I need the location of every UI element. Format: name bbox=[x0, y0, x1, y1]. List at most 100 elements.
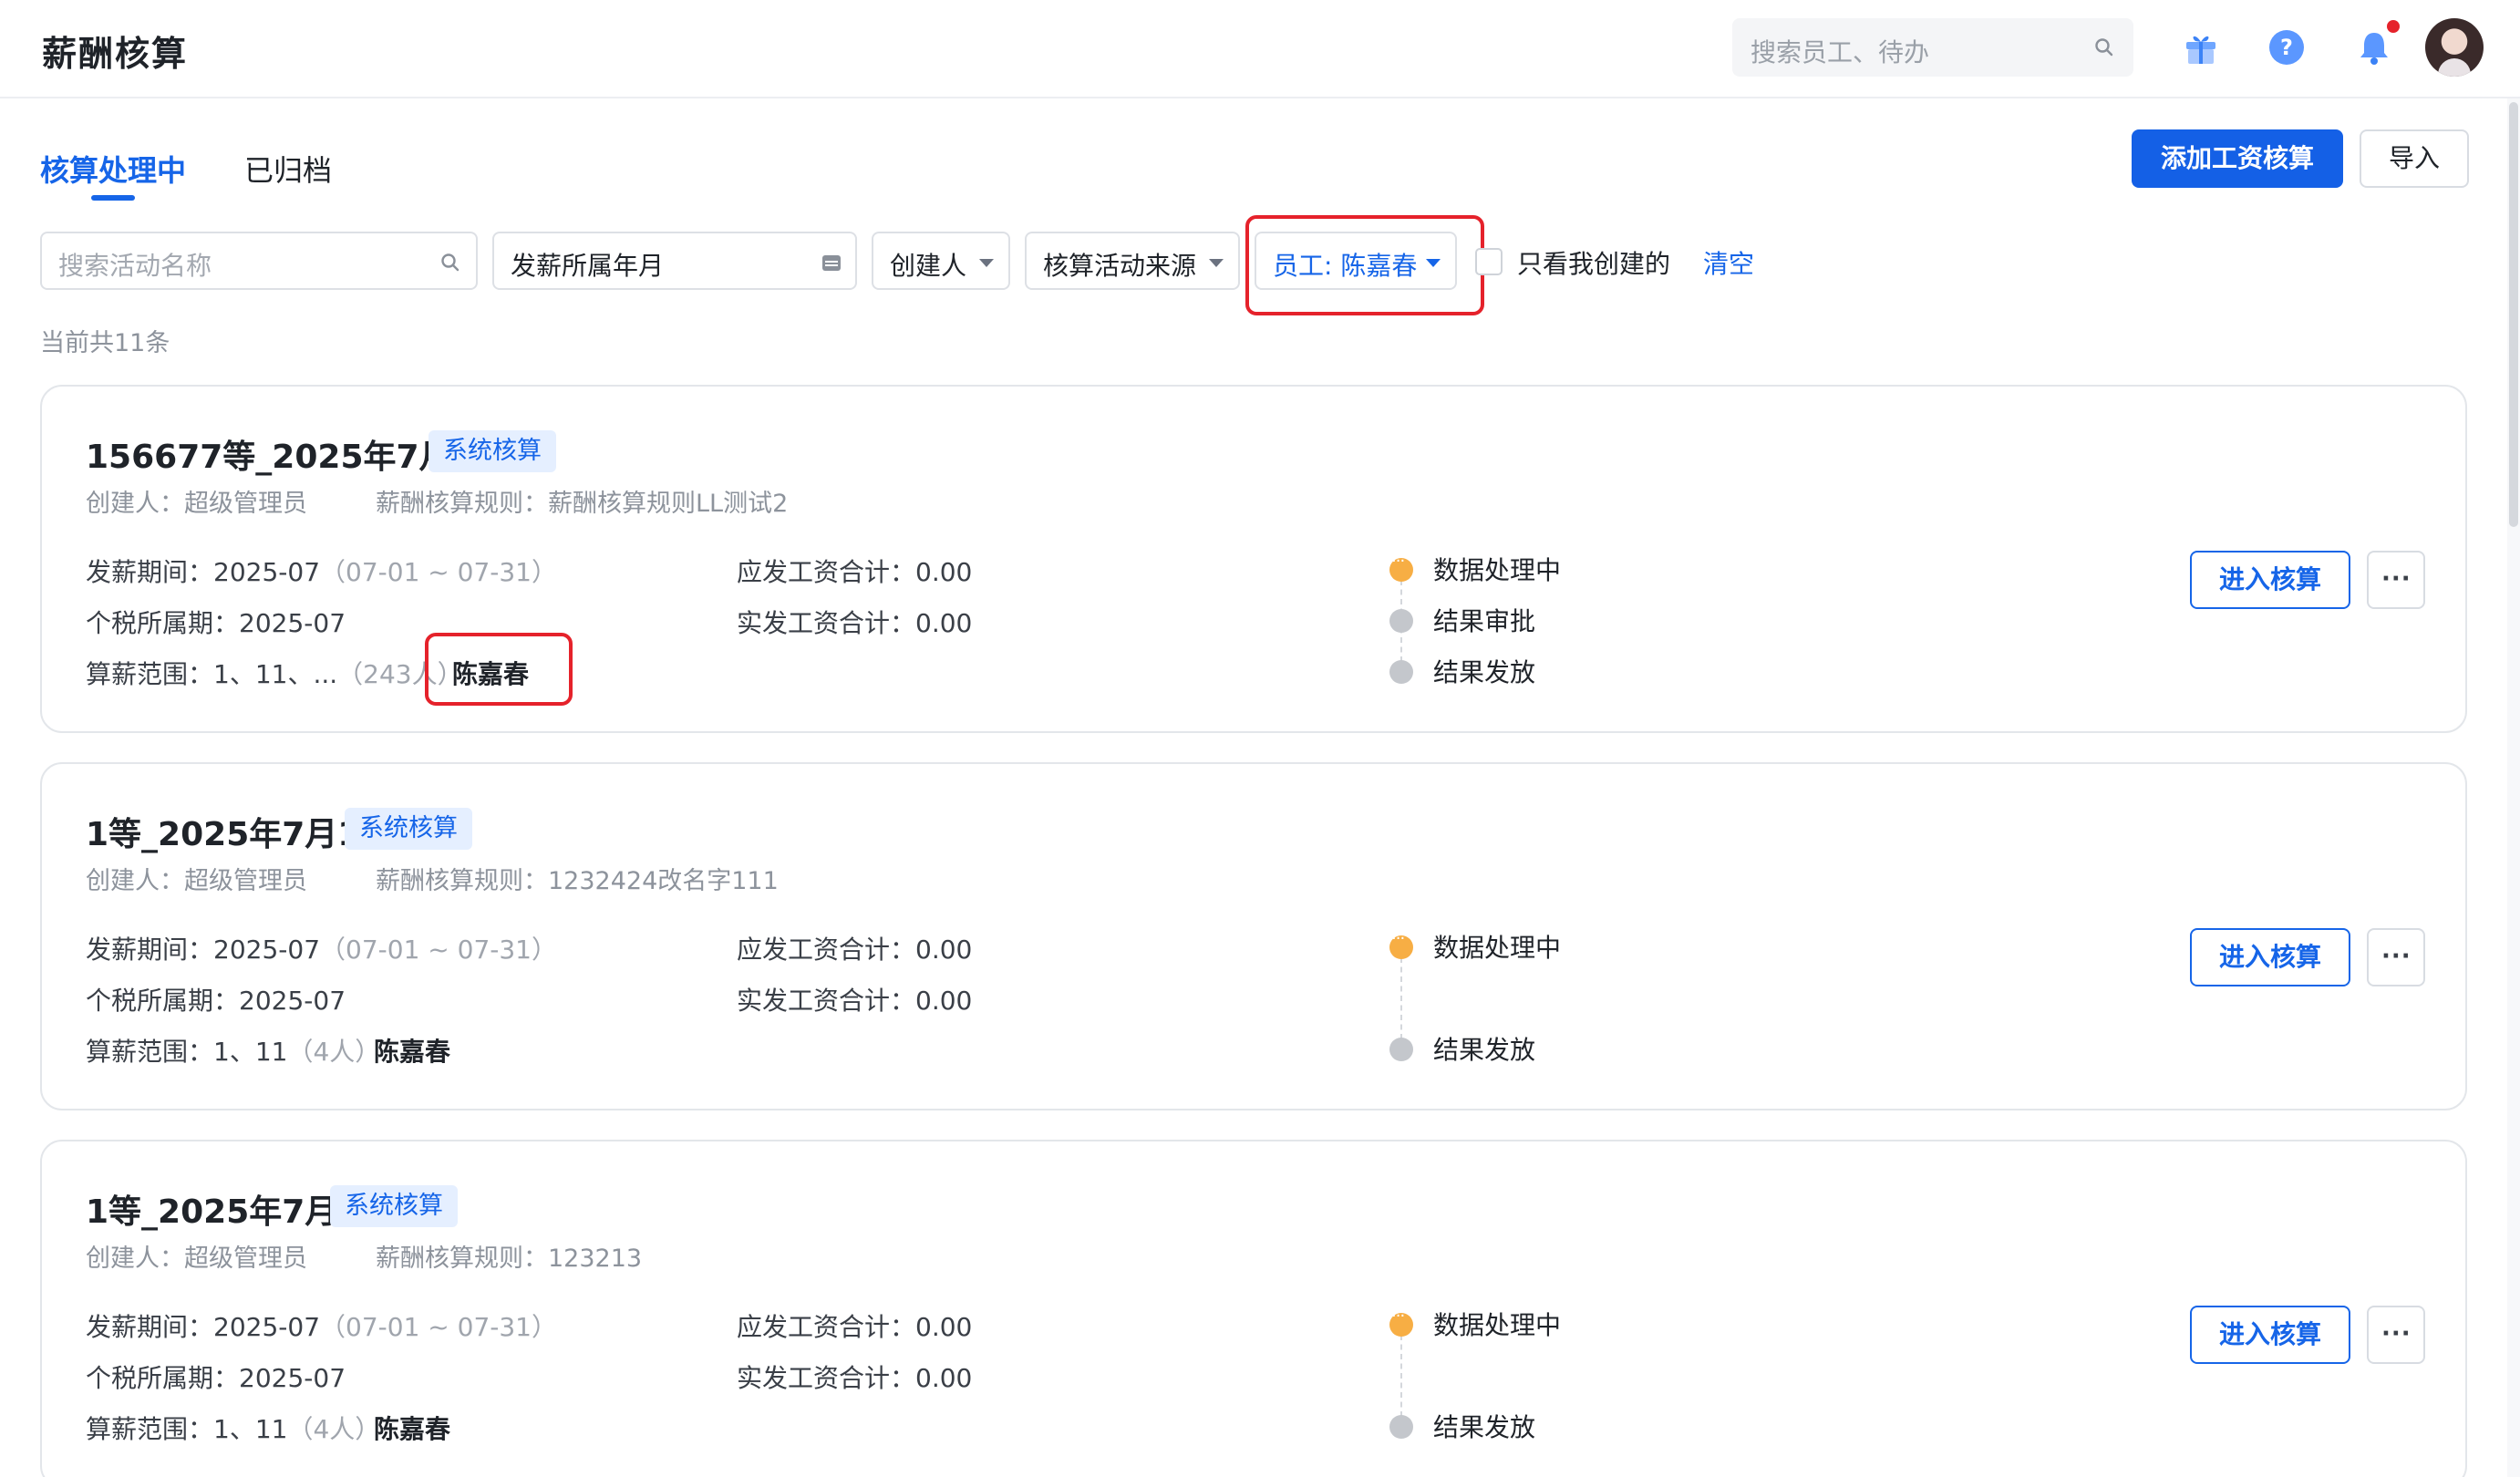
step-label: 数据处理中 bbox=[1433, 555, 1562, 585]
gross-total-info: 应发工资合计：0.00 bbox=[737, 1307, 972, 1344]
svg-text:?: ? bbox=[2280, 35, 2293, 60]
tax-period-value: 2025-07 bbox=[239, 986, 346, 1016]
more-icon: ··· bbox=[2381, 1320, 2412, 1348]
app-title: 薪酬核算 bbox=[42, 34, 189, 74]
creator-text: 创建人：超级管理员 bbox=[86, 490, 307, 518]
employee-name: 陈嘉春 bbox=[374, 1410, 450, 1446]
gross-total-info: 应发工资合计：0.00 bbox=[737, 553, 972, 589]
card-title: 1等_2025年7月 bbox=[86, 1193, 338, 1231]
step-connector bbox=[1400, 1335, 1402, 1417]
enter-calculation-button[interactable]: 进入核算 bbox=[2190, 928, 2350, 986]
step-label: 数据处理中 bbox=[1433, 1310, 1562, 1340]
scope-value: 1、11 bbox=[213, 1037, 288, 1067]
pay-period-range: （07-01 ~ 07-31） bbox=[320, 557, 558, 587]
activity-source-label: 核算活动来源 bbox=[1043, 251, 1197, 281]
add-salary-calculation-button[interactable]: 添加工资核算 bbox=[2132, 129, 2343, 188]
activity-search-input[interactable]: 搜索活动名称 bbox=[40, 232, 478, 290]
activity-search-placeholder: 搜索活动名称 bbox=[58, 251, 212, 281]
notification-dot bbox=[2387, 20, 2400, 33]
tab-archived[interactable]: 已归档 bbox=[244, 148, 332, 190]
tax-period-info: 个税所属期：2025-07 bbox=[86, 981, 346, 1017]
gross-value: 0.00 bbox=[915, 1312, 973, 1342]
gross-value: 0.00 bbox=[915, 557, 973, 587]
calculation-card: 156677等_2025年7月 系统核算 创建人：超级管理员 薪酬核算规则：薪酬… bbox=[40, 385, 2467, 733]
pay-period-label: 发薪期间： bbox=[86, 557, 214, 587]
gross-total-info: 应发工资合计：0.00 bbox=[737, 930, 972, 966]
enter-calculation-button[interactable]: 进入核算 bbox=[2190, 551, 2350, 609]
step-label: 结果审批 bbox=[1433, 606, 1536, 636]
scope-info: 算薪范围：1、11（4人） bbox=[86, 1032, 380, 1069]
rule-text: 薪酬核算规则：薪酬核算规则LL测试2 bbox=[376, 490, 789, 518]
scope-label: 算薪范围： bbox=[86, 1037, 214, 1067]
pay-period-value: 2025-07 bbox=[213, 1312, 321, 1342]
global-search-input[interactable]: 搜索员工、待办 bbox=[1732, 18, 2133, 77]
type-tag: 系统核算 bbox=[345, 808, 472, 850]
card-meta: 创建人：超级管理员 薪酬核算规则：薪酬核算规则LL测试2 bbox=[86, 483, 788, 519]
step-label: 结果发放 bbox=[1433, 1412, 1536, 1442]
more-options-button[interactable]: ··· bbox=[2367, 928, 2425, 986]
processing-status-icon bbox=[1389, 929, 1413, 959]
creator-text: 创建人：超级管理员 bbox=[86, 1245, 307, 1273]
employee-name-text: 陈嘉春 bbox=[374, 1414, 451, 1444]
pending-status-icon bbox=[1389, 660, 1413, 684]
calculation-card: 1等_2025年7月1 系统核算 创建人：超级管理员 薪酬核算规则：123242… bbox=[40, 762, 2467, 1110]
gross-label: 应发工资合计： bbox=[737, 935, 916, 965]
scope-info: 算薪范围：1、11（4人） bbox=[86, 1410, 380, 1446]
tab-processing[interactable]: 核算处理中 bbox=[40, 148, 186, 190]
scope-count: （4人） bbox=[287, 1037, 381, 1067]
step-label: 结果发放 bbox=[1433, 1035, 1536, 1065]
help-icon[interactable]: ? bbox=[2265, 26, 2308, 69]
gift-icon[interactable] bbox=[2179, 26, 2223, 69]
scope-info: 算薪范围：1、11、...（243人） bbox=[86, 655, 463, 691]
scope-label: 算薪范围： bbox=[86, 1414, 214, 1444]
highlight-box bbox=[425, 633, 573, 706]
gross-label: 应发工资合计： bbox=[737, 1312, 916, 1342]
calculation-card: 1等_2025年7月 系统核算 创建人：超级管理员 薪酬核算规则：123213 … bbox=[40, 1140, 2467, 1477]
more-icon: ··· bbox=[2381, 565, 2412, 593]
pay-period-value: 2025-07 bbox=[213, 935, 321, 965]
import-button[interactable]: 导入 bbox=[2360, 129, 2469, 188]
gross-value: 0.00 bbox=[915, 935, 973, 965]
pay-period-info: 发薪期间：2025-07（07-01 ~ 07-31） bbox=[86, 553, 557, 589]
caret-down-icon bbox=[979, 259, 994, 267]
tax-period-label: 个税所属期： bbox=[86, 608, 240, 638]
card-title: 156677等_2025年7月 bbox=[86, 439, 452, 476]
more-options-button[interactable]: ··· bbox=[2367, 1306, 2425, 1364]
scrollbar-thumb[interactable] bbox=[2509, 102, 2518, 527]
only-mine-checkbox[interactable] bbox=[1475, 248, 1503, 275]
more-options-button[interactable]: ··· bbox=[2367, 551, 2425, 609]
tax-period-value: 2025-07 bbox=[239, 1363, 346, 1393]
processing-status-icon bbox=[1389, 552, 1413, 582]
step-label: 结果发放 bbox=[1433, 657, 1536, 687]
tax-period-label: 个税所属期： bbox=[86, 986, 240, 1016]
enter-calculation-button[interactable]: 进入核算 bbox=[2190, 1306, 2350, 1364]
creator-filter-label: 创建人 bbox=[890, 251, 967, 281]
result-count: 当前共11条 bbox=[40, 329, 170, 357]
type-tag: 系统核算 bbox=[429, 430, 556, 472]
top-header: 薪酬核算 搜索员工、待办 ? bbox=[0, 0, 2520, 98]
scope-label: 算薪范围： bbox=[86, 659, 214, 689]
page-scrollbar[interactable] bbox=[2507, 98, 2520, 1477]
card-title: 1等_2025年7月1 bbox=[86, 816, 361, 853]
user-avatar[interactable] bbox=[2425, 18, 2484, 77]
processing-status-icon bbox=[1389, 1307, 1413, 1337]
activity-source-dropdown[interactable]: 核算活动来源 bbox=[1025, 232, 1240, 290]
gross-label: 应发工资合计： bbox=[737, 557, 916, 587]
tax-period-info: 个税所属期：2025-07 bbox=[86, 1358, 346, 1395]
creator-filter-dropdown[interactable]: 创建人 bbox=[872, 232, 1010, 290]
card-meta: 创建人：超级管理员 薪酬核算规则：123213 bbox=[86, 1238, 642, 1274]
rule-text: 薪酬核算规则：1232424改名字111 bbox=[376, 867, 779, 895]
net-label: 实发工资合计： bbox=[737, 986, 916, 1016]
clear-filters-link[interactable]: 清空 bbox=[1703, 244, 1754, 281]
scope-value: 1、11、... bbox=[213, 659, 338, 689]
type-tag: 系统核算 bbox=[330, 1185, 458, 1227]
step-connector bbox=[1400, 957, 1402, 1039]
pay-month-picker[interactable]: 发薪所属年月 bbox=[492, 232, 857, 290]
scope-count: （4人） bbox=[287, 1414, 381, 1444]
active-tab-indicator bbox=[91, 195, 135, 201]
card-meta: 创建人：超级管理员 薪酬核算规则：1232424改名字111 bbox=[86, 861, 779, 896]
caret-down-icon bbox=[1209, 259, 1224, 267]
pending-status-icon bbox=[1389, 1415, 1413, 1439]
more-icon: ··· bbox=[2381, 943, 2412, 970]
pay-period-label: 发薪期间： bbox=[86, 1312, 214, 1342]
